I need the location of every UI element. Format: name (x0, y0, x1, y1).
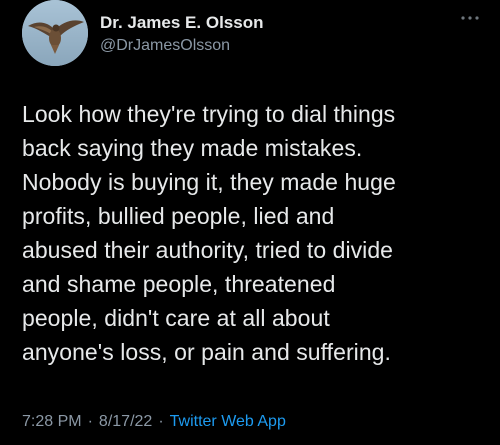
more-dots-icon[interactable] (458, 8, 482, 28)
handle[interactable]: @DrJamesOlsson (100, 35, 263, 57)
tweet-date[interactable]: 8/17/22 (99, 413, 152, 430)
tweet-time[interactable]: 7:28 PM (22, 413, 82, 430)
tweet-header: Dr. James E. Olsson @DrJamesOlsson (22, 0, 482, 78)
tweet-card: Dr. James E. Olsson @DrJamesOlsson Look … (0, 0, 500, 445)
author-names: Dr. James E. Olsson @DrJamesOlsson (100, 12, 263, 57)
bird-of-prey-avatar-icon (22, 0, 88, 66)
tweet-text: Look how they're trying to dial things b… (22, 101, 396, 365)
avatar[interactable] (22, 0, 88, 66)
tweet-meta: 7:28 PM · 8/17/22 · Twitter Web App (22, 412, 286, 432)
tweet-source-link[interactable]: Twitter Web App (170, 413, 286, 430)
meta-separator: · (87, 413, 93, 430)
display-name[interactable]: Dr. James E. Olsson (100, 12, 263, 34)
meta-separator: · (158, 413, 164, 430)
